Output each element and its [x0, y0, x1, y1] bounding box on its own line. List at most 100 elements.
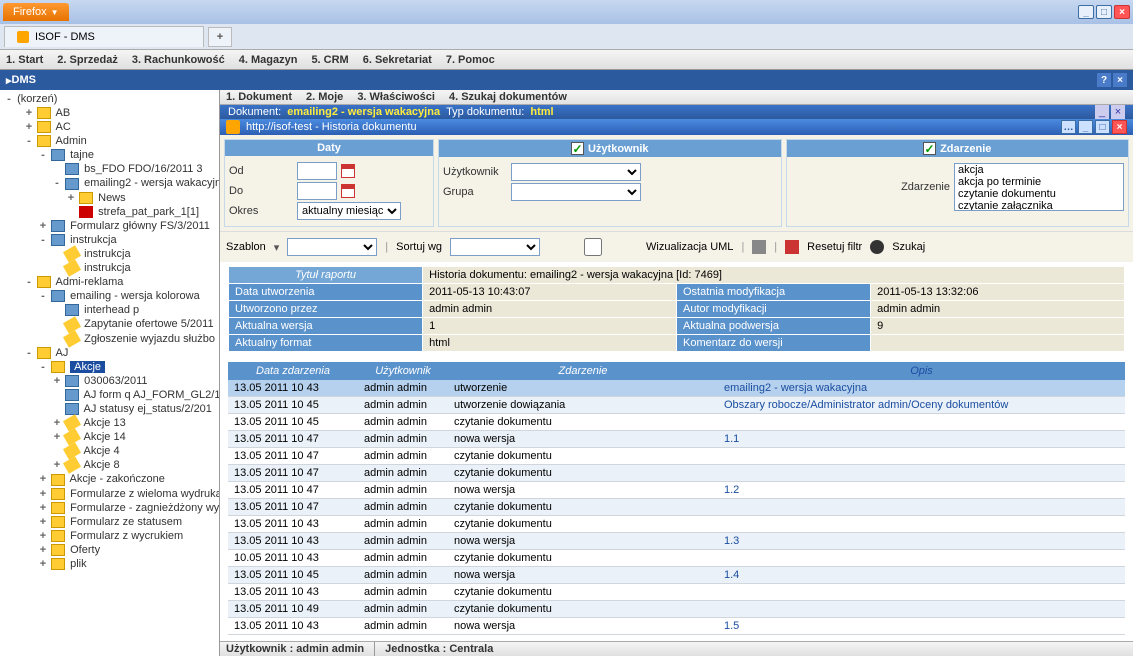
from-input[interactable] [297, 162, 337, 180]
toggle-icon[interactable]: - [38, 361, 48, 373]
toggle-icon[interactable]: + [38, 220, 48, 232]
tree-item[interactable]: + Formularze z wieloma wydruka [2, 487, 217, 501]
close-button[interactable]: × [1114, 5, 1130, 19]
browser-tab[interactable]: ISOF - DMS [4, 26, 204, 47]
toggle-icon[interactable]: + [38, 488, 48, 500]
toggle-icon[interactable]: + [38, 558, 48, 570]
tree-item[interactable]: Zgłoszenie wyjazdu służbo [2, 332, 217, 346]
group-select[interactable] [511, 183, 641, 201]
toggle-icon[interactable]: + [38, 502, 48, 514]
menu-item[interactable]: 4. Magazyn [239, 54, 298, 66]
toggle-icon[interactable]: + [52, 431, 62, 443]
table-row[interactable]: 13.05 2011 10 45admin adminnowa wersja1.… [228, 567, 1125, 584]
table-row[interactable]: 13.05 2011 10 47admin adminnowa wersja1.… [228, 482, 1125, 499]
toggle-icon[interactable] [52, 163, 62, 175]
tree-item[interactable]: - Admi-reklama [2, 275, 217, 289]
toggle-icon[interactable]: + [66, 192, 76, 204]
toggle-icon[interactable]: + [52, 375, 62, 387]
minimize-button[interactable]: _ [1078, 5, 1094, 19]
toggle-icon[interactable]: + [38, 473, 48, 485]
table-row[interactable]: 13.05 2011 10 47admin adminczytanie doku… [228, 448, 1125, 465]
toggle-icon[interactable]: - [24, 276, 34, 288]
tree-item[interactable]: + Formularz główny FS/3/2011 [2, 219, 217, 233]
table-row[interactable]: 13.05 2011 10 47admin adminczytanie doku… [228, 465, 1125, 482]
toggle-icon[interactable]: + [38, 544, 48, 556]
doc-menu-item[interactable]: 2. Moje [306, 91, 343, 103]
tree-item[interactable]: - emailing2 - wersja wakacyjna [2, 176, 217, 190]
toggle-icon[interactable]: - [24, 347, 34, 359]
tree-item[interactable]: + plik [2, 557, 217, 571]
table-row[interactable]: 13.05 2011 10 43admin adminutworzenieema… [228, 380, 1125, 397]
tree-item[interactable]: + Akcje 14 [2, 430, 217, 444]
tree-item[interactable]: AJ statusy ej_status/2/201 [2, 402, 217, 416]
toggle-icon[interactable]: - [38, 149, 48, 161]
search-icon[interactable] [870, 240, 884, 254]
menu-item[interactable]: 2. Sprzedaż [57, 54, 118, 66]
print-icon[interactable] [752, 240, 766, 254]
tree-item[interactable]: + Formularze - zagnieżdżony wyc [2, 501, 217, 515]
table-row[interactable]: 13.05 2011 10 47admin adminczytanie doku… [228, 499, 1125, 516]
list-item[interactable]: akcja po terminie [955, 176, 1123, 188]
maximize-button[interactable]: □ [1096, 5, 1112, 19]
tree-item[interactable]: instrukcja [2, 247, 217, 261]
col-event[interactable]: Zdarzenie [448, 362, 718, 380]
new-tab-button[interactable]: + [208, 27, 232, 47]
tree-item[interactable]: + Akcje - zakończone [2, 472, 217, 486]
sort-select[interactable] [450, 238, 540, 256]
toggle-icon[interactable] [52, 318, 62, 330]
doc-menu-item[interactable]: 1. Dokument [226, 91, 292, 103]
tree-item[interactable]: - AJ [2, 346, 217, 360]
firefox-menu-button[interactable]: Firefox ▼ [3, 3, 69, 21]
tree-item[interactable]: instrukcja [2, 261, 217, 275]
close-panel-icon[interactable]: × [1113, 73, 1127, 87]
toggle-icon[interactable] [66, 206, 76, 218]
table-row[interactable]: 13.05 2011 10 43admin adminczytanie doku… [228, 584, 1125, 601]
toggle-icon[interactable] [52, 248, 62, 260]
tree-item[interactable]: strefa_pat_park_1[1] [2, 205, 217, 219]
menu-item[interactable]: 5. CRM [311, 54, 348, 66]
reset-icon[interactable] [785, 240, 799, 254]
toggle-icon[interactable]: - [52, 177, 62, 189]
toggle-icon[interactable] [52, 304, 62, 316]
event-listbox[interactable]: akcjaakcja po terminieczytanie dokumentu… [954, 163, 1124, 211]
tree-item[interactable]: Akcje 4 [2, 444, 217, 458]
tree-item[interactable]: + Akcje 13 [2, 416, 217, 430]
table-row[interactable]: 13.05 2011 10 43admin adminczytanie doku… [228, 516, 1125, 533]
toggle-icon[interactable]: + [24, 107, 34, 119]
toggle-icon[interactable]: + [38, 530, 48, 542]
menu-item[interactable]: 6. Sekretariat [363, 54, 432, 66]
tree-item[interactable]: - Akcje [2, 360, 217, 374]
tree-item[interactable]: - emailing - wersja kolorowa [2, 289, 217, 303]
tree-item[interactable]: + News [2, 191, 217, 205]
calendar-icon[interactable] [341, 184, 355, 198]
dots-icon[interactable]: … [1061, 120, 1076, 134]
toggle-icon[interactable]: - [38, 234, 48, 246]
reset-label[interactable]: Resetuj filtr [807, 241, 862, 253]
toggle-icon[interactable]: - [24, 135, 34, 147]
tree-item[interactable]: + Formularz z wycrukiem [2, 529, 217, 543]
table-row[interactable]: 10.05 2011 10 43admin adminczytanie doku… [228, 550, 1125, 567]
tree-root[interactable]: - (korzeń) [2, 92, 217, 106]
checkbox-icon[interactable]: ✓ [571, 142, 584, 155]
to-input[interactable] [297, 182, 337, 200]
tree-item[interactable]: interhead p [2, 303, 217, 317]
tree-item[interactable]: + AC [2, 120, 217, 134]
tree-item[interactable]: + Akcje 8 [2, 458, 217, 472]
col-user[interactable]: Użytkownik [358, 362, 448, 380]
toggle-icon[interactable] [52, 389, 62, 401]
table-row[interactable]: 13.05 2011 10 47admin adminnowa wersja1.… [228, 431, 1125, 448]
tree-panel[interactable]: - (korzeń) + AB+ AC- Admin- tajne bs_FDO… [0, 90, 220, 656]
tree-item[interactable]: bs_FDO FDO/16/2011 3 [2, 162, 217, 176]
toggle-icon[interactable] [52, 403, 62, 415]
menu-item[interactable]: 7. Pomoc [446, 54, 495, 66]
tree-item[interactable]: + AB [2, 106, 217, 120]
list-item[interactable]: czytanie dokumentu [955, 188, 1123, 200]
minimize-icon[interactable]: _ [1095, 105, 1109, 119]
toggle-icon[interactable]: - [38, 290, 48, 302]
checkbox-icon[interactable]: ✓ [923, 142, 936, 155]
tree-item[interactable]: AJ form q AJ_FORM_GL2/1, [2, 388, 217, 402]
toggle-icon[interactable]: + [38, 516, 48, 528]
tree-item[interactable]: + 030063/2011 [2, 374, 217, 388]
table-row[interactable]: 13.05 2011 10 45admin adminutworzenie do… [228, 397, 1125, 414]
tree-item[interactable]: + Formularz ze statusem [2, 515, 217, 529]
